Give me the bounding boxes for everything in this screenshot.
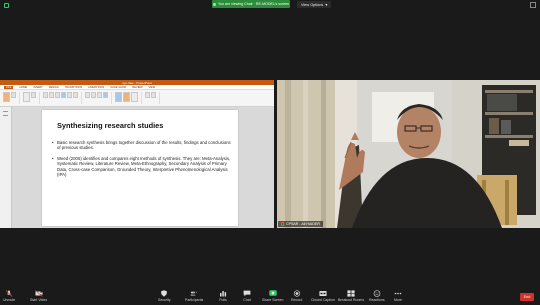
more-button[interactable]: More	[394, 290, 402, 302]
breakout-rooms-button[interactable]: Breakout Rooms	[338, 290, 364, 302]
reactions-button[interactable]: Reactions	[369, 290, 385, 302]
cut-icon[interactable]	[11, 92, 16, 98]
ppt-workspace: Synthesizing research studies Basic rese…	[0, 107, 274, 228]
font-color-icon[interactable]	[61, 92, 66, 98]
bullets-icon[interactable]	[85, 92, 90, 98]
ribbon-group-editing	[145, 92, 160, 104]
shield-icon	[160, 290, 168, 297]
ppt-tab-file[interactable]: FILE	[4, 85, 14, 89]
ppt-tab-animations[interactable]: ANIMATIONS	[88, 86, 104, 89]
ribbon-group-font	[43, 92, 82, 104]
cc-icon	[319, 290, 327, 297]
chat-button[interactable]: Chat	[243, 290, 251, 302]
record-label: Record	[291, 298, 303, 302]
italic-icon[interactable]	[49, 92, 54, 98]
participants-button[interactable]: 6 Participants	[185, 290, 203, 302]
more-icon	[394, 290, 402, 297]
polls-button[interactable]: Polls	[219, 290, 227, 302]
shared-screen-tile: syn-thes - PowerPoint FILE HOME INSERT D…	[0, 80, 274, 228]
quick-styles-icon[interactable]	[131, 92, 138, 102]
more-label: More	[394, 298, 402, 302]
ppt-tab-home[interactable]: HOME	[19, 86, 27, 89]
find-icon[interactable]	[145, 92, 150, 98]
layout-icon[interactable]	[31, 92, 36, 98]
shapes-icon[interactable]	[115, 92, 122, 102]
record-button[interactable]: Record	[291, 290, 302, 302]
ppt-window-title: syn-thes - PowerPoint	[122, 80, 152, 85]
share-screen-icon	[269, 290, 277, 297]
fullscreen-icon[interactable]	[530, 2, 536, 8]
unmute-button[interactable]: Unmute	[3, 290, 15, 302]
font-size-icon[interactable]	[67, 92, 72, 98]
security-button[interactable]: Security	[158, 290, 171, 302]
closed-caption-label: Closed Caption	[311, 298, 335, 302]
unmute-label: Unmute	[3, 298, 16, 302]
record-icon	[293, 290, 301, 297]
underline-icon[interactable]	[55, 92, 60, 98]
meeting-window: You are viewing Chair · RE-MODEL's scree…	[0, 0, 540, 305]
numbering-icon[interactable]	[91, 92, 96, 98]
bold-icon[interactable]	[43, 92, 48, 98]
slide-bullet: Basic research synthesis brings together…	[52, 140, 233, 151]
text-direction-icon[interactable]	[103, 92, 108, 98]
new-slide-icon[interactable]	[23, 92, 30, 102]
video-off-icon	[34, 290, 43, 297]
meeting-info-icon[interactable]	[4, 3, 9, 8]
slide-bullet: Weed (2005) identifies and compares eigh…	[52, 156, 233, 177]
replace-icon[interactable]	[151, 92, 156, 98]
pane-line	[3, 111, 8, 112]
ribbon-group-paragraph	[85, 92, 112, 104]
align-icon[interactable]	[97, 92, 102, 98]
view-options-label: View Options	[301, 2, 324, 7]
start-video-button[interactable]: Start Video	[30, 290, 47, 302]
pane-line	[3, 115, 8, 116]
ppt-tab-design[interactable]: DESIGN	[49, 86, 59, 89]
security-label: Security	[158, 298, 171, 302]
slide-title: Synthesizing research studies	[57, 121, 164, 130]
ppt-tab-slideshow[interactable]: SLIDE SHOW	[110, 86, 126, 89]
ppt-tab-review[interactable]: REVIEW	[132, 86, 142, 89]
font-name-icon[interactable]	[73, 92, 78, 98]
participant-video	[277, 80, 540, 228]
closed-caption-button[interactable]: Closed Caption	[311, 290, 335, 302]
participants-count: 6	[196, 292, 198, 294]
reactions-label: Reactions	[369, 298, 385, 302]
end-meeting-button[interactable]: End	[520, 293, 534, 301]
ppt-tab-transitions[interactable]: TRANSITIONS	[65, 86, 82, 89]
participants-icon: 6	[190, 290, 198, 297]
breakout-icon	[347, 290, 355, 297]
participant-name: CPSAR - Ali HAIDER	[286, 222, 320, 226]
sharing-indicator-icon	[212, 2, 216, 6]
polls-label: Polls	[219, 298, 227, 302]
chat-label: Chat	[243, 298, 251, 302]
start-video-label: Start Video	[30, 298, 48, 302]
ribbon-group-clipboard	[3, 92, 20, 104]
ribbon-group-slides	[23, 92, 40, 104]
chevron-down-icon: ▾	[325, 3, 328, 7]
paste-icon[interactable]	[3, 92, 10, 102]
mic-muted-icon	[281, 222, 284, 226]
slide-thumbnail-pane[interactable]	[0, 107, 12, 228]
screen-share-banner: You are viewing Chair · RE-MODEL's scree…	[212, 0, 290, 8]
slide-canvas[interactable]: Synthesizing research studies Basic rese…	[42, 110, 238, 226]
ppt-tab-view[interactable]: VIEW	[149, 86, 156, 89]
meeting-toolbar: Unmute Start Video Security 6 Participan…	[0, 289, 540, 305]
mic-muted-icon	[5, 290, 13, 297]
share-screen-button[interactable]: Share Screen	[262, 290, 283, 302]
participants-label: Participants	[185, 298, 204, 302]
participant-video-tile[interactable]: CPSAR - Ali HAIDER	[277, 80, 540, 228]
ppt-tab-insert[interactable]: INSERT	[33, 86, 42, 89]
ribbon-group-drawing	[115, 92, 142, 104]
arrange-icon[interactable]	[123, 92, 130, 102]
chat-icon	[243, 290, 251, 297]
breakout-rooms-label: Breakout Rooms	[338, 298, 365, 302]
participant-name-label: CPSAR - Ali HAIDER	[278, 221, 323, 227]
polls-icon	[219, 290, 227, 297]
view-options-button[interactable]: View Options ▾	[297, 1, 332, 8]
share-banner-label: You are viewing Chair · RE-MODEL's scree…	[217, 2, 290, 6]
reactions-icon	[373, 290, 381, 297]
share-screen-label: Share Screen	[262, 298, 284, 302]
ppt-ribbon	[0, 90, 274, 107]
